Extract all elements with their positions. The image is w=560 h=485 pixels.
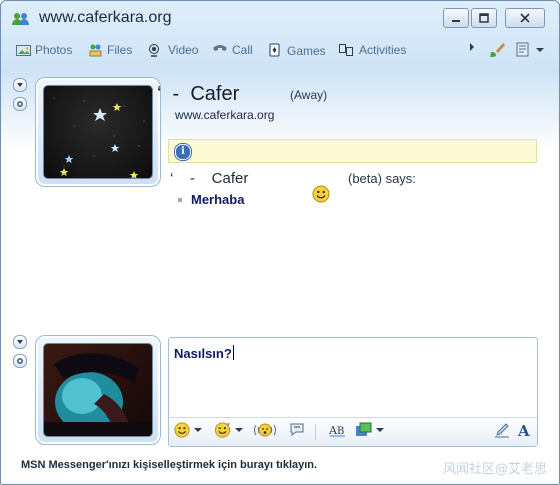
message-text: Merhaba bbox=[191, 192, 245, 207]
contact-personal-message: www.caferkara.org bbox=[175, 108, 275, 122]
call-icon bbox=[213, 45, 227, 51]
text-caret bbox=[232, 345, 234, 360]
menu-icon bbox=[516, 42, 529, 57]
activities-icon bbox=[339, 44, 353, 56]
compose-box[interactable]: Nasılsın? AB A bbox=[168, 337, 538, 447]
svg-text:B: B bbox=[337, 426, 344, 437]
font-button[interactable]: AB bbox=[329, 422, 347, 438]
toolbar-activities[interactable]: Activities bbox=[339, 43, 406, 57]
webcam-icon bbox=[17, 101, 23, 107]
smiley-emoticon-icon bbox=[312, 185, 330, 203]
toolbar-call[interactable]: Call bbox=[212, 43, 253, 57]
pen-icon bbox=[495, 423, 509, 438]
chevron-down-icon bbox=[376, 428, 384, 432]
text-format-button[interactable]: A bbox=[517, 422, 533, 438]
user-avatar-controls bbox=[13, 335, 27, 368]
maximize-button[interactable] bbox=[471, 8, 497, 28]
window-controls bbox=[443, 8, 545, 28]
message-input-text: Nasılsın? bbox=[174, 346, 232, 361]
nudge-icon bbox=[254, 423, 276, 437]
message-sender: ‘ - Cafer bbox=[170, 170, 249, 187]
user-avatar[interactable] bbox=[35, 335, 161, 445]
format-toolbar: AB A bbox=[169, 417, 537, 446]
background-button[interactable] bbox=[355, 422, 384, 438]
smiley-icon bbox=[174, 422, 190, 438]
watermark: 风闻社区@艾老思 bbox=[442, 462, 547, 477]
conversation-window: www.caferkara.org Photos Files Video Cal… bbox=[0, 0, 560, 485]
voice-clip-button[interactable] bbox=[289, 422, 305, 437]
toolbar-activities-label: Activities bbox=[359, 43, 407, 57]
info-bar[interactable]: i bbox=[168, 139, 537, 163]
toolbar-overflow-button[interactable] bbox=[468, 42, 476, 52]
message-says-label: (beta) says: bbox=[348, 171, 416, 186]
contact-avatar-controls bbox=[13, 78, 27, 111]
toolbar-files-label: Files bbox=[107, 43, 133, 57]
toolbar-photos[interactable]: Photos bbox=[16, 43, 72, 57]
speech-bubble-icon bbox=[290, 423, 304, 436]
toolbar-separator bbox=[315, 424, 316, 440]
toolbar-files[interactable]: Files bbox=[88, 43, 132, 57]
chevron-down-icon bbox=[17, 83, 23, 87]
collapse-user-avatar-button[interactable] bbox=[13, 335, 27, 349]
minimize-button[interactable] bbox=[443, 8, 469, 28]
text-format-icon: A bbox=[517, 422, 530, 438]
nudge-button[interactable] bbox=[254, 422, 276, 438]
message-input[interactable]: Nasılsın? bbox=[174, 345, 234, 361]
handwriting-button[interactable] bbox=[494, 422, 510, 438]
webcam-button[interactable] bbox=[13, 97, 27, 111]
font-icon: AB bbox=[329, 424, 345, 437]
toolbar-video-label: Video bbox=[168, 43, 199, 57]
status-bar: MSN Messenger'ınızı kişiselleştirmek içi… bbox=[1, 453, 559, 484]
message-bullet bbox=[178, 198, 182, 202]
wink-icon bbox=[214, 422, 231, 438]
chevron-down-icon bbox=[235, 428, 243, 432]
paintbrush-icon bbox=[490, 43, 505, 57]
files-icon bbox=[89, 44, 102, 57]
background-paint-button[interactable] bbox=[489, 42, 505, 58]
close-icon bbox=[520, 13, 530, 23]
photos-icon bbox=[16, 44, 31, 56]
toolbar-games-label: Games bbox=[287, 43, 326, 58]
toolbar-games[interactable]: Games bbox=[269, 43, 326, 58]
contact-status: (Away) bbox=[290, 88, 328, 102]
background-icon bbox=[356, 422, 372, 436]
maximize-icon bbox=[479, 13, 489, 23]
chevron-down-icon bbox=[536, 47, 544, 52]
info-icon: i bbox=[175, 144, 191, 160]
contact-avatar-image bbox=[43, 85, 153, 179]
chevron-down-icon bbox=[17, 340, 23, 344]
portrait-picture bbox=[44, 353, 152, 436]
games-icon bbox=[269, 43, 280, 57]
video-icon bbox=[149, 44, 159, 57]
webcam-icon bbox=[17, 358, 23, 364]
close-button[interactable] bbox=[505, 8, 545, 28]
chevron-down-icon bbox=[194, 428, 202, 432]
svg-text:A: A bbox=[517, 422, 530, 438]
collapse-avatar-button[interactable] bbox=[13, 78, 27, 92]
toolbar-call-label: Call bbox=[232, 43, 253, 57]
user-webcam-button[interactable] bbox=[13, 354, 27, 368]
emoticon-menu-button[interactable] bbox=[174, 422, 202, 438]
user-avatar-image bbox=[43, 343, 153, 437]
personalize-link[interactable]: MSN Messenger'ınızı kişiselleştirmek içi… bbox=[21, 459, 317, 471]
stars-picture bbox=[53, 97, 145, 178]
toolbar-photos-label: Photos bbox=[35, 43, 73, 57]
contact-avatar[interactable] bbox=[35, 77, 161, 187]
messenger-buddies-icon bbox=[12, 13, 29, 25]
toolbar-video[interactable]: Video bbox=[148, 43, 198, 57]
menu-button[interactable] bbox=[516, 42, 544, 57]
minimize-icon bbox=[452, 20, 460, 22]
window-title: www.caferkara.org bbox=[39, 9, 172, 26]
contact-name: ‘ - Cafer bbox=[157, 83, 240, 105]
wink-menu-button[interactable] bbox=[214, 422, 243, 438]
toolbar: Photos Files Video Call Games Activities bbox=[1, 37, 559, 65]
title-bar[interactable]: www.caferkara.org bbox=[1, 1, 559, 35]
chevron-right-icon bbox=[470, 43, 474, 51]
splitter-handle[interactable] bbox=[168, 326, 538, 330]
